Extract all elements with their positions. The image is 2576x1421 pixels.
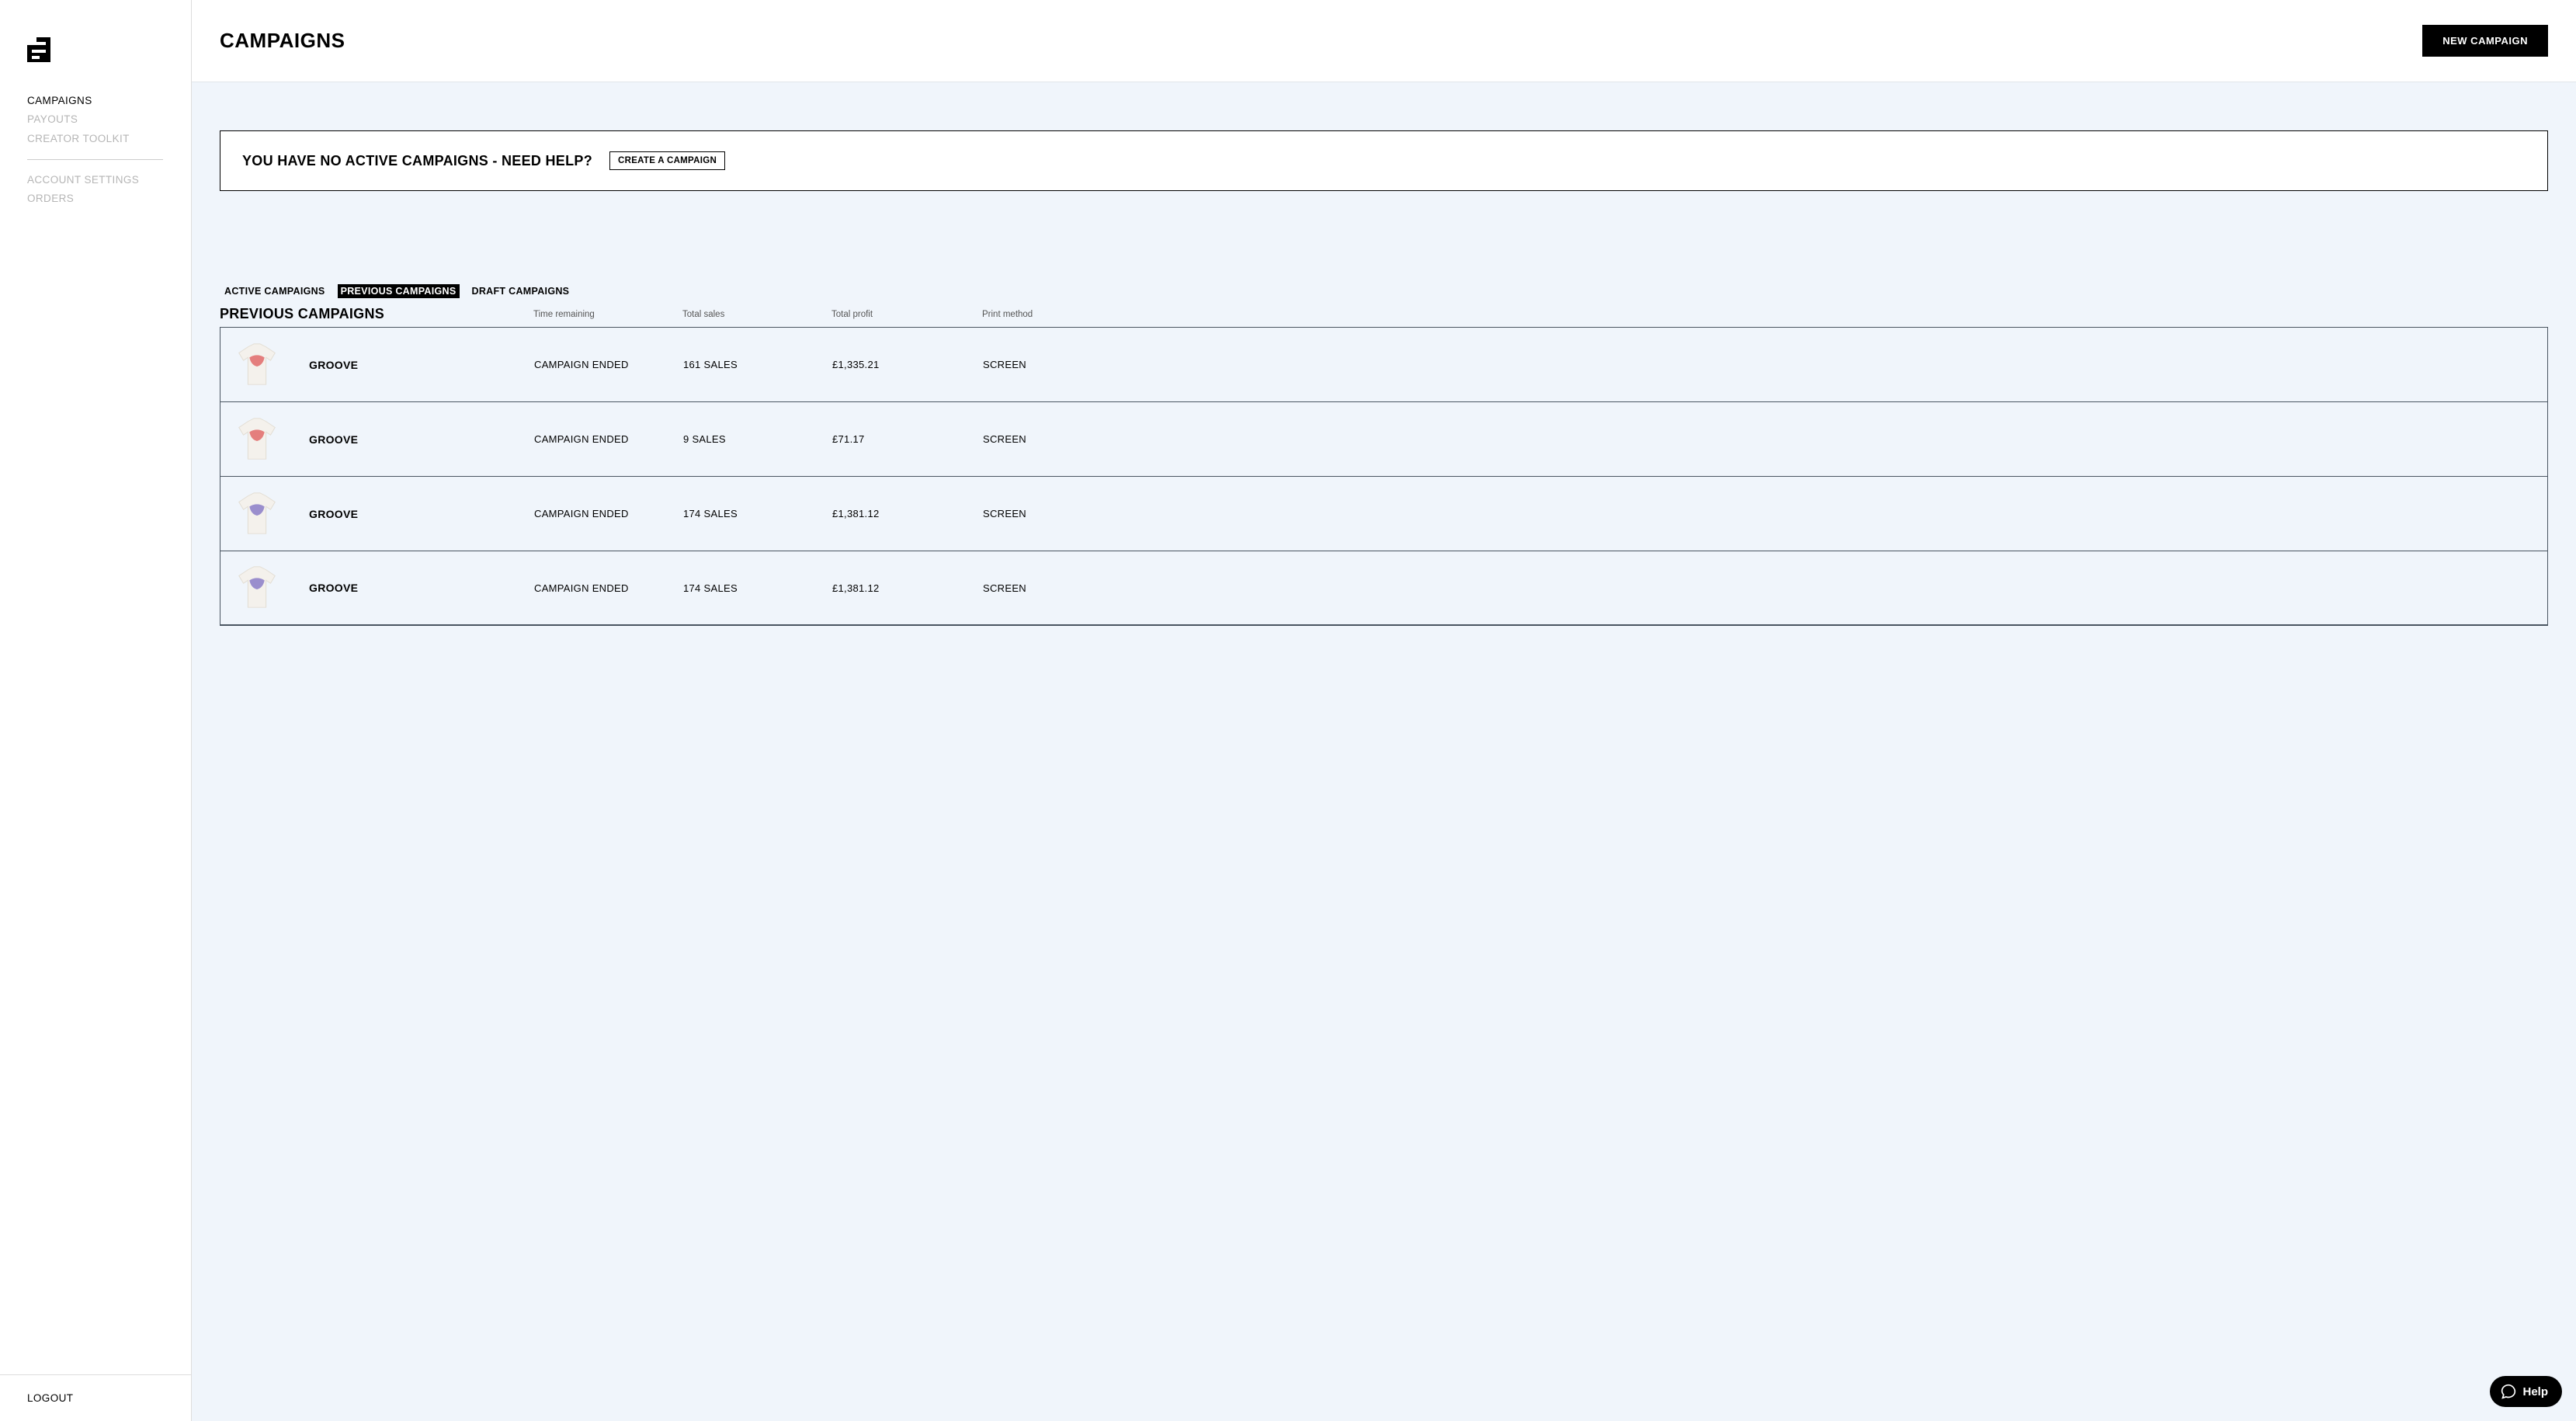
help-chat-icon <box>2501 1384 2516 1399</box>
nav-item-creator-toolkit[interactable]: CREATOR TOOLKIT <box>27 130 164 148</box>
campaign-thumbnail <box>233 564 309 612</box>
campaign-print: SCREEN <box>983 359 2547 370</box>
section-label: PREVIOUS CAMPAIGNS <box>220 306 533 322</box>
table-row[interactable]: GROOVECAMPAIGN ENDED174 SALES£1,381.12SC… <box>220 551 2548 625</box>
col-head-print: Print method <box>982 310 2548 319</box>
nav-primary: CAMPAIGNS PAYOUTS CREATOR TOOLKIT <box>27 92 164 148</box>
campaign-time: CAMPAIGN ENDED <box>534 359 683 370</box>
logout-link[interactable]: LOGOUT <box>27 1392 73 1404</box>
col-head-time: Time remaining <box>533 310 682 319</box>
campaign-thumbnail <box>233 341 309 389</box>
tshirt-icon <box>233 415 281 464</box>
table-rows: GROOVECAMPAIGN ENDED161 SALES£1,335.21SC… <box>220 327 2548 626</box>
logo[interactable] <box>27 37 164 62</box>
campaign-thumbnail <box>233 490 309 538</box>
tshirt-icon <box>233 490 281 538</box>
tshirt-icon <box>233 341 281 389</box>
help-label: Help <box>2522 1385 2548 1398</box>
campaigns-table: PREVIOUS CAMPAIGNS Time remaining Total … <box>220 303 2548 626</box>
content-area: YOU HAVE NO ACTIVE CAMPAIGNS - NEED HELP… <box>192 82 2576 1421</box>
campaign-profit: £71.17 <box>832 433 983 445</box>
tab-previous-campaigns[interactable]: PREVIOUS CAMPAIGNS <box>338 284 460 298</box>
page-title: CAMPAIGNS <box>220 29 345 53</box>
campaign-sales: 174 SALES <box>683 508 832 519</box>
table-row[interactable]: GROOVECAMPAIGN ENDED161 SALES£1,335.21SC… <box>220 327 2548 401</box>
nav-item-campaigns[interactable]: CAMPAIGNS <box>27 92 164 110</box>
new-campaign-button[interactable]: NEW CAMPAIGN <box>2422 25 2548 57</box>
everpress-logo-icon <box>27 37 57 62</box>
campaign-sales: 161 SALES <box>683 359 832 370</box>
campaign-name: GROOVE <box>309 582 534 594</box>
table-row[interactable]: GROOVECAMPAIGN ENDED174 SALES£1,381.12SC… <box>220 476 2548 551</box>
header-bar: CAMPAIGNS NEW CAMPAIGN <box>192 0 2576 82</box>
tshirt-icon <box>233 564 281 612</box>
campaign-time: CAMPAIGN ENDED <box>534 433 683 445</box>
notice-text: YOU HAVE NO ACTIVE CAMPAIGNS - NEED HELP… <box>242 153 592 169</box>
campaign-name: GROOVE <box>309 359 534 371</box>
campaign-time: CAMPAIGN ENDED <box>534 508 683 519</box>
campaign-name: GROOVE <box>309 508 534 520</box>
campaign-thumbnail <box>233 415 309 464</box>
nav-secondary: ACCOUNT SETTINGS ORDERS <box>27 171 164 209</box>
campaign-print: SCREEN <box>983 508 2547 519</box>
help-widget[interactable]: Help <box>2490 1376 2562 1407</box>
campaign-name: GROOVE <box>309 433 534 446</box>
logout-area: LOGOUT <box>0 1374 191 1421</box>
create-campaign-button[interactable]: CREATE A CAMPAIGN <box>609 151 725 170</box>
tab-active-campaigns[interactable]: ACTIVE CAMPAIGNS <box>221 284 328 298</box>
col-head-sales: Total sales <box>682 310 831 319</box>
nav-divider <box>27 159 163 160</box>
sidebar: CAMPAIGNS PAYOUTS CREATOR TOOLKIT ACCOUN… <box>0 0 192 1421</box>
campaign-time: CAMPAIGN ENDED <box>534 582 683 594</box>
campaign-sales: 174 SALES <box>683 582 832 594</box>
col-head-profit: Total profit <box>831 310 982 319</box>
campaign-profit: £1,381.12 <box>832 508 983 519</box>
campaign-profit: £1,381.12 <box>832 582 983 594</box>
tab-draft-campaigns[interactable]: DRAFT CAMPAIGNS <box>469 284 573 298</box>
main: CAMPAIGNS NEW CAMPAIGN YOU HAVE NO ACTIV… <box>192 0 2576 1421</box>
campaign-print: SCREEN <box>983 582 2547 594</box>
nav-item-account-settings[interactable]: ACCOUNT SETTINGS <box>27 171 164 189</box>
campaign-print: SCREEN <box>983 433 2547 445</box>
nav-item-orders[interactable]: ORDERS <box>27 189 164 208</box>
campaign-sales: 9 SALES <box>683 433 832 445</box>
campaign-tabs: ACTIVE CAMPAIGNS PREVIOUS CAMPAIGNS DRAF… <box>220 284 2548 298</box>
table-header-row: PREVIOUS CAMPAIGNS Time remaining Total … <box>220 303 2548 327</box>
no-active-campaigns-notice: YOU HAVE NO ACTIVE CAMPAIGNS - NEED HELP… <box>220 130 2548 191</box>
table-row[interactable]: GROOVECAMPAIGN ENDED9 SALES£71.17SCREEN <box>220 401 2548 476</box>
nav-item-payouts[interactable]: PAYOUTS <box>27 110 164 129</box>
campaign-profit: £1,335.21 <box>832 359 983 370</box>
